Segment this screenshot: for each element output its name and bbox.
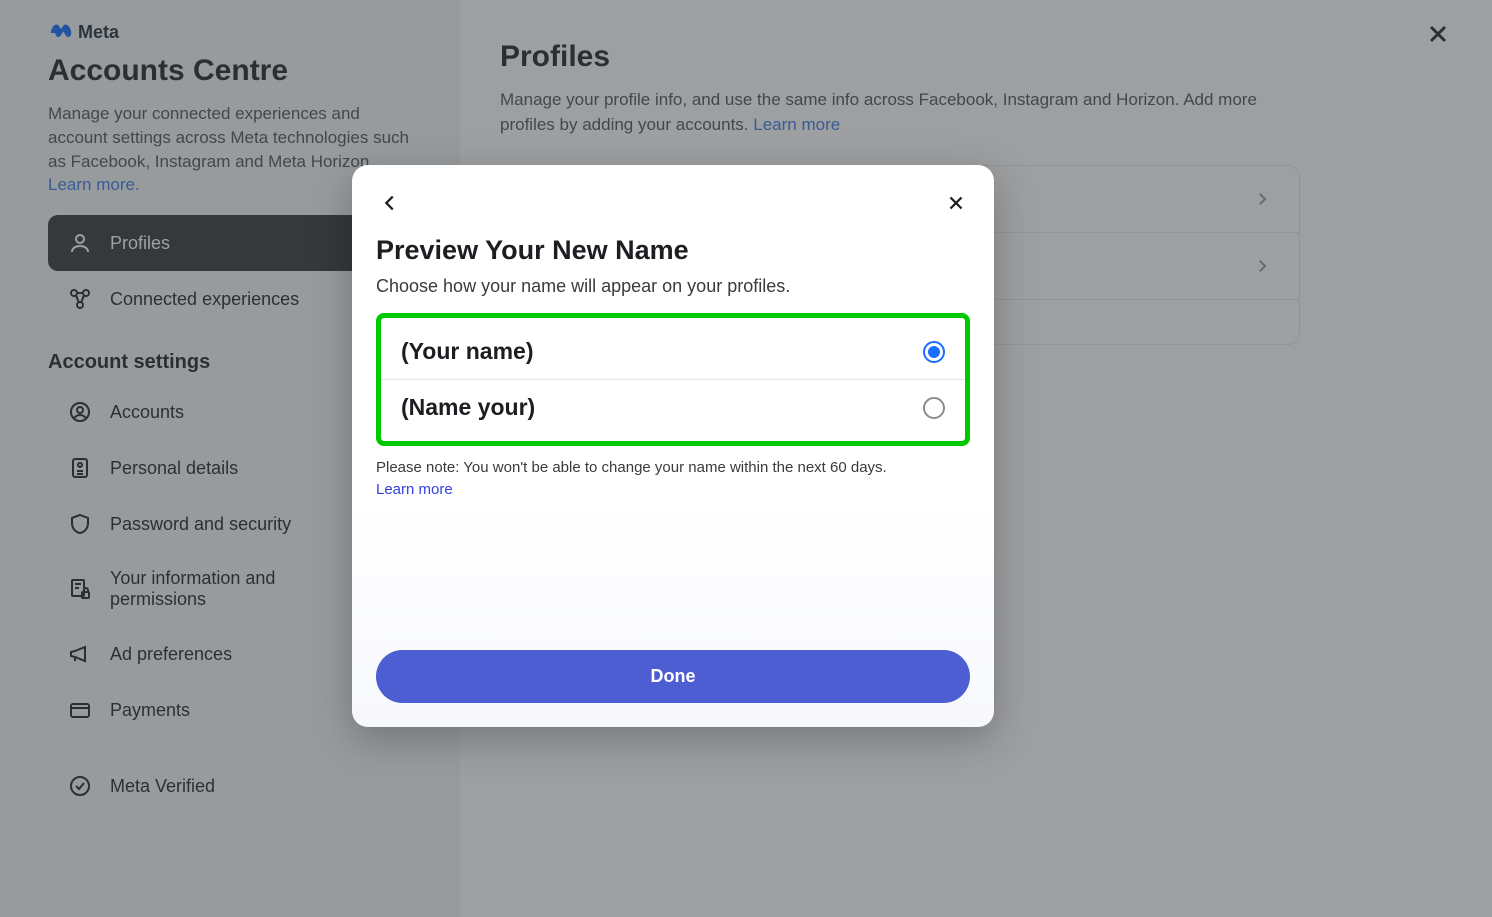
modal-close-button[interactable]: [942, 189, 970, 217]
name-option-1[interactable]: (Name your): [381, 379, 965, 435]
done-button[interactable]: Done: [376, 650, 970, 703]
chevron-left-icon: [379, 192, 401, 214]
name-preview-modal: Preview Your New Name Choose how your na…: [352, 165, 994, 727]
radio-button[interactable]: [923, 397, 945, 419]
modal-header: [376, 189, 970, 217]
name-option-0[interactable]: (Your name): [381, 324, 965, 379]
note-text: Please note: You won't be able to change…: [376, 459, 887, 476]
option-label: (Your name): [401, 338, 533, 365]
modal-title: Preview Your New Name: [376, 235, 970, 266]
close-icon: [945, 192, 967, 214]
note-learn-more-link[interactable]: Learn more: [376, 480, 970, 500]
modal-subtitle: Choose how your name will appear on your…: [376, 276, 970, 297]
modal-note: Please note: You won't be able to change…: [376, 458, 970, 501]
option-label: (Name your): [401, 394, 535, 421]
back-button[interactable]: [376, 189, 404, 217]
radio-button[interactable]: [923, 341, 945, 363]
name-options-box: (Your name) (Name your): [376, 313, 970, 446]
